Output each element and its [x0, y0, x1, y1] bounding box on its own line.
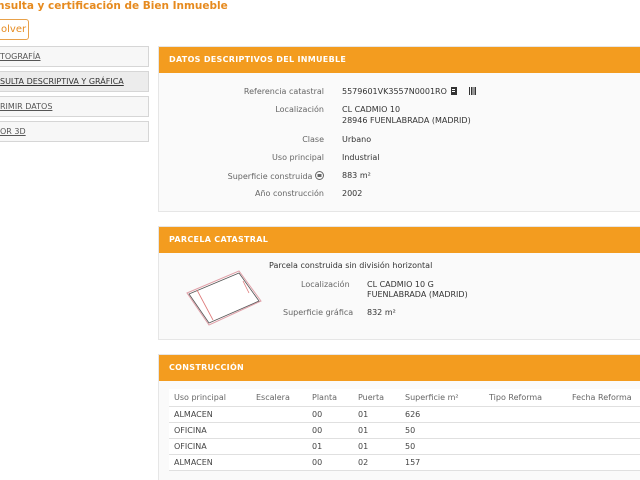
cell-uso: ALMACEN — [169, 454, 251, 471]
cell-fecha-reforma — [567, 406, 640, 423]
datos-descriptivos-panel: DATOS DESCRIPTIVOS DEL INMUEBLE Referenc… — [158, 46, 640, 212]
cell-escalera — [251, 454, 307, 471]
col-fecha-reforma: Fecha Reforma — [567, 389, 640, 407]
col-planta: Planta — [307, 389, 353, 407]
sidebar-item-imprimir[interactable]: RIMIR DATOS — [0, 96, 149, 117]
cell-tipo-reforma — [484, 406, 567, 423]
sup-label: Superficie construida — [227, 172, 313, 181]
cell-fecha-reforma — [567, 454, 640, 471]
sidebar-item-label: TOGRAFÍA — [0, 52, 41, 61]
table-header-row: Uso principal Escalera Planta Puerta Sup… — [169, 389, 640, 407]
sidebar-item-visor-3d[interactable]: OR 3D — [0, 121, 149, 142]
construccion-panel: CONSTRUCCIÓN Uso principal Escalera Plan… — [158, 354, 640, 480]
cell-puerta: 01 — [353, 422, 400, 439]
cell-tipo-reforma — [484, 422, 567, 439]
cell-superficie: 157 — [400, 454, 484, 471]
sup-value: 883 m² — [342, 171, 371, 180]
col-superficie: Superficie m² — [400, 389, 484, 407]
cell-superficie: 626 — [400, 406, 484, 423]
cell-escalera — [251, 422, 307, 439]
table-row: ALMACEN 00 02 157 — [169, 454, 640, 471]
cell-superficie: 50 — [400, 422, 484, 439]
document-icon[interactable] — [451, 87, 458, 95]
parcela-header: PARCELA CATASTRAL — [159, 227, 640, 253]
table-row: OFICINA 01 01 50 — [169, 438, 640, 455]
anio-value: 2002 — [342, 189, 363, 198]
col-tipo-reforma: Tipo Reforma — [484, 389, 567, 407]
cell-planta: 00 — [307, 422, 353, 439]
sidebar-item-label: RIMIR DATOS — [0, 102, 53, 111]
back-button[interactable]: olver — [0, 19, 29, 40]
parcela-sup-value: 832 m² — [367, 308, 396, 317]
cell-uso: ALMACEN — [169, 406, 251, 423]
sidebar-item-label: OR 3D — [0, 127, 26, 136]
cell-escalera — [251, 438, 307, 455]
clase-value: Urbano — [342, 135, 372, 144]
col-uso: Uso principal — [169, 389, 251, 407]
loc-line2: 28946 FUENLABRADA (MADRID) — [342, 116, 471, 125]
barcode-icon[interactable] — [469, 87, 476, 95]
parcel-sketch — [186, 270, 262, 326]
cell-escalera — [251, 406, 307, 423]
sidebar-item-consulta[interactable]: SULTA DESCRIPTIVA Y GRÁFICA — [0, 71, 149, 92]
ref-value: 5579601VK3557N0001RO — [342, 87, 447, 96]
page-title: nsulta y certificación de Bien Inmueble — [0, 0, 228, 12]
loc-line1: CL CADMIO 10 — [342, 105, 401, 114]
datos-header: DATOS DESCRIPTIVOS DEL INMUEBLE — [159, 47, 640, 73]
cell-tipo-reforma — [484, 438, 567, 455]
sup-label-group: Superficie construida — [159, 171, 324, 181]
cell-puerta: 01 — [353, 406, 400, 423]
parcela-desc: Parcela construida sin división horizont… — [269, 261, 433, 270]
help-icon[interactable] — [315, 171, 324, 180]
parcela-sup-label: Superficie gráfica — [283, 308, 354, 317]
cell-puerta: 02 — [353, 454, 400, 471]
cell-uso: OFICINA — [169, 438, 251, 455]
col-puerta: Puerta — [353, 389, 400, 407]
cell-puerta: 01 — [353, 438, 400, 455]
clase-label: Clase — [302, 135, 324, 144]
sidebar-item-label: SULTA DESCRIPTIVA Y GRÁFICA — [0, 77, 124, 86]
cell-planta: 01 — [307, 438, 353, 455]
table-row: OFICINA 00 01 50 — [169, 422, 640, 439]
col-escalera: Escalera — [251, 389, 307, 407]
uso-label: Uso principal — [272, 153, 324, 162]
ref-label: Referencia catastral — [243, 87, 324, 96]
parcela-loc-line2: FUENLABRADA (MADRID) — [367, 290, 468, 299]
anio-label: Año construcción — [255, 189, 324, 198]
cell-uso: OFICINA — [169, 422, 251, 439]
table-row: ALMACEN 00 01 626 — [169, 406, 640, 423]
cell-superficie: 50 — [400, 438, 484, 455]
parcela-loc-line1: CL CADMIO 10 G — [367, 280, 434, 289]
loc-label: Localización — [275, 105, 324, 114]
uso-value: Industrial — [342, 153, 380, 162]
parcela-panel: PARCELA CATASTRAL Parcela construida sin… — [158, 226, 640, 340]
cell-fecha-reforma — [567, 422, 640, 439]
ref-value-group: 5579601VK3557N0001RO — [342, 87, 476, 96]
construccion-table: Uso principal Escalera Planta Puerta Sup… — [169, 389, 640, 471]
sidebar-item-cartografia[interactable]: TOGRAFÍA — [0, 46, 149, 67]
construccion-header: CONSTRUCCIÓN — [159, 355, 640, 381]
cell-tipo-reforma — [484, 454, 567, 471]
cell-planta: 00 — [307, 454, 353, 471]
cell-fecha-reforma — [567, 438, 640, 455]
cell-planta: 00 — [307, 406, 353, 423]
parcela-loc-label: Localización — [301, 280, 350, 289]
side-menu: TOGRAFÍA SULTA DESCRIPTIVA Y GRÁFICA RIM… — [0, 46, 149, 146]
